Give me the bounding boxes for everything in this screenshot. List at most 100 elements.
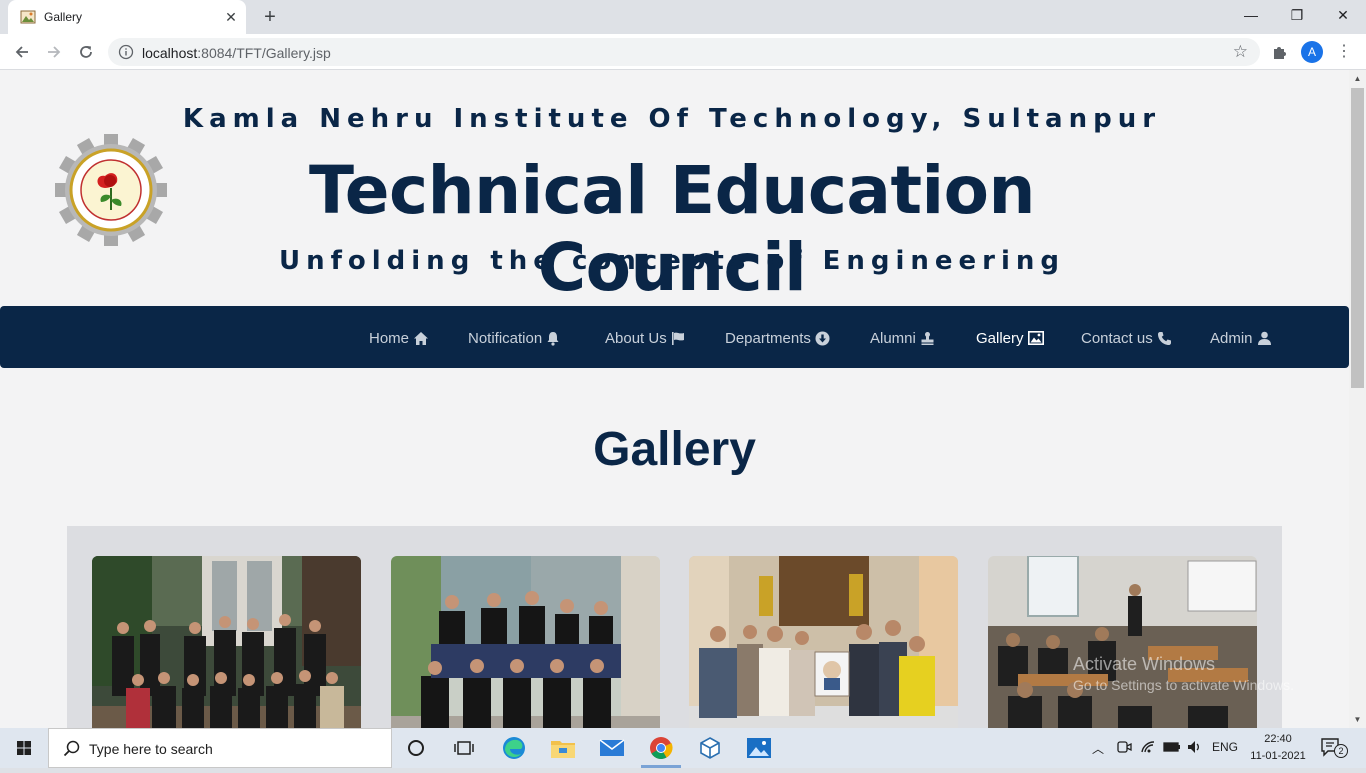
search-placeholder: Type here to search <box>89 741 213 757</box>
nav-notification[interactable]: Notification <box>468 328 560 348</box>
page-scrollbar[interactable]: ▲ ▼ <box>1349 70 1366 728</box>
tagline: Unfolding the concepts of Engineering <box>278 246 1066 276</box>
gallery-photo[interactable] <box>988 556 1257 728</box>
extensions-puzzle-icon[interactable] <box>1270 42 1290 62</box>
show-hidden-icons-icon[interactable]: ︿ <box>1092 740 1104 757</box>
nav-label: Departments <box>725 329 811 347</box>
battery-icon[interactable] <box>1163 739 1181 758</box>
mail-icon <box>599 739 625 756</box>
institute-name: Kamla Nehru Institute Of Technology, Sul… <box>182 104 1162 134</box>
browser-menu-icon[interactable]: ⋮ <box>1336 40 1352 64</box>
3d-box-icon <box>700 737 720 759</box>
search-icon <box>63 740 80 757</box>
gallery-photo[interactable] <box>391 556 660 728</box>
nav-admin[interactable]: Admin <box>1210 328 1272 348</box>
action-center-button[interactable]: 2 <box>1318 736 1348 760</box>
close-window-button[interactable]: ✕ <box>1320 0 1366 30</box>
wifi-icon[interactable] <box>1140 739 1156 758</box>
profile-avatar[interactable]: A <box>1301 41 1323 63</box>
windows-taskbar: Type here to search ︿ ENG 22:40 11-01-20… <box>0 728 1366 768</box>
bell-icon <box>547 331 559 346</box>
reload-button[interactable] <box>74 40 98 64</box>
clock-time: 22:40 <box>1264 733 1292 745</box>
page-viewport: Kamla Nehru Institute Of Technology, Sul… <box>0 70 1366 728</box>
group-photo-3 <box>689 556 958 728</box>
taskbar-file-explorer[interactable] <box>539 728 587 768</box>
task-view-icon <box>454 741 474 755</box>
activate-windows-hint: Go to Settings to activate Windows. <box>1073 677 1294 693</box>
new-tab-button[interactable]: + <box>258 5 282 29</box>
gallery-grid <box>67 526 1282 728</box>
tab-title: Gallery <box>44 10 83 24</box>
nav-departments[interactable]: Departments <box>725 328 830 348</box>
nav-contact-us[interactable]: Contact us <box>1081 328 1172 348</box>
folder-icon <box>551 741 575 758</box>
volume-icon[interactable] <box>1186 739 1202 758</box>
edge-icon <box>503 737 525 759</box>
phone-icon <box>1157 331 1171 345</box>
group-photo-1 <box>92 556 361 728</box>
browser-toolbar: localhost:8084/TFT/Gallery.jsp ☆ A ⋮ <box>0 34 1366 70</box>
gallery-photo[interactable] <box>689 556 958 728</box>
notification-count: 2 <box>1334 744 1348 758</box>
photos-icon <box>747 738 771 758</box>
gallery-favicon-icon <box>20 10 36 24</box>
clock-date: 11-01-2021 <box>1250 750 1306 762</box>
address-bar[interactable]: localhost:8084/TFT/Gallery.jsp ☆ <box>108 38 1260 66</box>
back-button[interactable] <box>10 40 34 64</box>
image-icon <box>1027 331 1044 345</box>
taskbar-box-app[interactable] <box>686 728 734 768</box>
council-title: Technical Education Council <box>309 152 1035 306</box>
nav-about-us[interactable]: About Us <box>605 328 685 348</box>
taskbar-mail[interactable] <box>588 728 636 768</box>
scroll-up-icon[interactable]: ▲ <box>1349 70 1366 87</box>
nav-alumni[interactable]: Alumni <box>870 328 935 348</box>
taskbar-edge[interactable] <box>490 728 538 768</box>
home-icon <box>414 331 429 345</box>
nav-label: About Us <box>605 329 667 347</box>
forward-arrow-icon <box>48 46 61 58</box>
group-photo-2 <box>391 556 660 728</box>
chrome-icon <box>650 737 673 759</box>
system-clock[interactable]: 22:40 11-01-2021 <box>1248 731 1308 765</box>
nav-label: Gallery <box>976 329 1024 347</box>
minimize-button[interactable]: — <box>1228 0 1274 30</box>
site-info-icon[interactable] <box>118 44 134 60</box>
nav-label: Home <box>369 329 410 347</box>
back-arrow-icon <box>15 46 28 58</box>
meet-now-icon[interactable] <box>1116 739 1132 758</box>
browser-tabstrip: Gallery ✕ + — ❐ ✕ <box>0 0 1366 34</box>
scroll-down-icon[interactable]: ▼ <box>1349 711 1366 728</box>
taskbar-search-input[interactable]: Type here to search <box>48 728 392 768</box>
cortana-circle-icon <box>408 740 424 756</box>
nav-label: Admin <box>1210 329 1253 347</box>
windows-logo-icon <box>17 741 31 755</box>
input-language[interactable]: ENG <box>1212 740 1238 754</box>
cortana-button[interactable] <box>392 728 440 768</box>
nav-label: Notification <box>468 329 543 347</box>
nav-home[interactable]: Home <box>369 328 429 348</box>
nav-label: Contact us <box>1081 329 1153 347</box>
bookmark-star-icon[interactable]: ☆ <box>1233 42 1248 62</box>
flag-icon <box>671 331 684 345</box>
close-tab-icon[interactable]: ✕ <box>222 8 240 26</box>
forward-button[interactable] <box>42 40 66 64</box>
classroom-photo <box>988 556 1257 728</box>
stamp-icon <box>921 331 934 345</box>
taskbar-photos[interactable] <box>735 728 783 768</box>
browser-tab[interactable]: Gallery ✕ <box>8 0 246 34</box>
nav-label: Alumni <box>870 329 916 347</box>
nav-gallery[interactable]: Gallery <box>976 328 1044 348</box>
gallery-photo[interactable] <box>92 556 361 728</box>
restore-button[interactable]: ❐ <box>1274 0 1320 30</box>
main-navbar: Home Notification About Us Departments A… <box>0 306 1349 368</box>
taskbar-chrome[interactable] <box>637 728 685 768</box>
url-text: localhost:8084/TFT/Gallery.jsp <box>142 45 331 61</box>
page-title: Gallery <box>593 423 756 476</box>
task-view-button[interactable] <box>440 728 488 768</box>
start-button[interactable] <box>0 728 48 768</box>
scroll-thumb[interactable] <box>1351 88 1364 388</box>
reload-icon <box>80 46 92 58</box>
institute-logo <box>55 134 167 246</box>
user-icon <box>1257 331 1271 345</box>
